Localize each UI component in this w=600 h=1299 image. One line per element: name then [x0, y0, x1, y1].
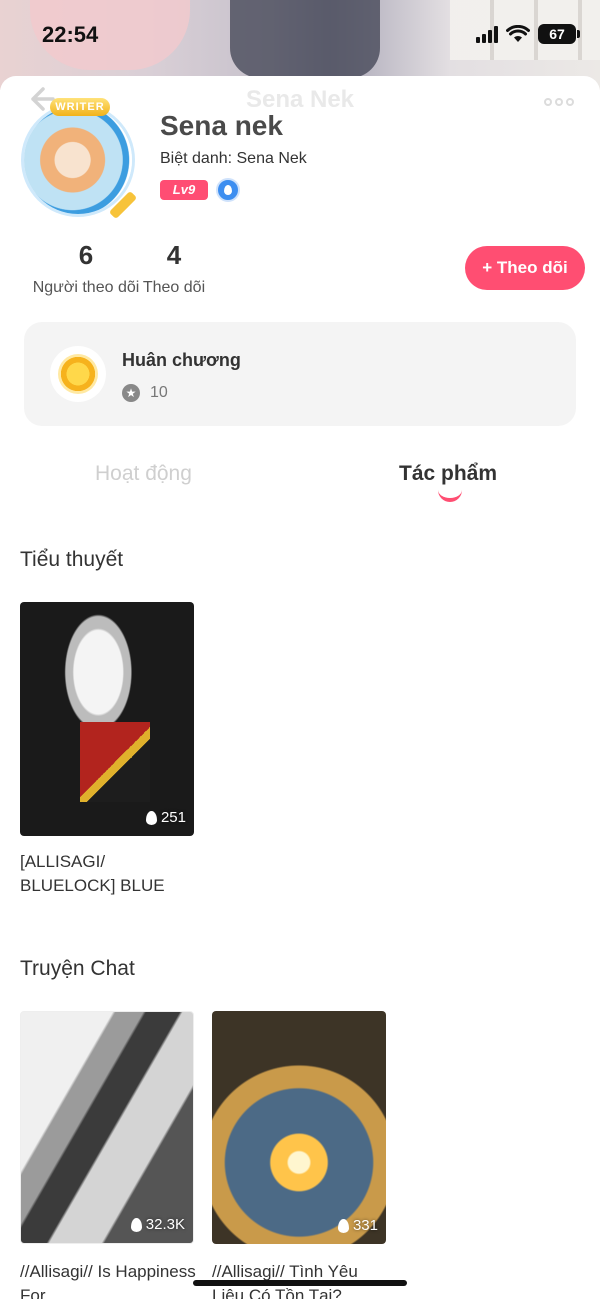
water-drop-icon[interactable] — [216, 178, 240, 202]
tab-works[interactable]: Tác phẩm — [399, 462, 497, 486]
follow-button[interactable]: + Theo dõi — [465, 246, 585, 290]
level-badge: Lv9 — [160, 180, 208, 200]
medals-card[interactable]: Huân chương ★ 10 — [24, 322, 576, 426]
chat-story-cover[interactable]: 32.3K — [20, 1011, 194, 1244]
medals-title: Huân chương — [122, 350, 241, 370]
chat-story-title[interactable]: //Allisagi// Is Happiness For — [20, 1260, 196, 1299]
battery-icon: 67 — [538, 24, 580, 44]
section-title-chats: Truyện Chat — [20, 957, 135, 980]
medals-count: 10 — [150, 384, 168, 401]
following-count: 4 — [166, 240, 182, 270]
writer-badge: WRITER — [50, 98, 110, 116]
profile-badges: Lv9 — [160, 178, 240, 202]
chat-story-cover[interactable]: 331 — [212, 1011, 386, 1244]
novel-cover[interactable]: 251 — [20, 602, 194, 836]
status-time: 22:54 — [42, 22, 99, 47]
more-dot-icon — [555, 98, 563, 106]
more-dot-icon — [544, 98, 552, 106]
view-count: 331 — [337, 1217, 378, 1234]
view-count: 32.3K — [130, 1216, 185, 1233]
star-icon: ★ — [122, 384, 140, 402]
following-label: Theo dõi — [142, 279, 206, 296]
medals-count-row: ★ 10 — [122, 384, 168, 402]
followers-count: 6 — [78, 240, 94, 270]
more-options-button[interactable] — [544, 98, 574, 106]
status-bar: 22:54 67 — [0, 0, 600, 70]
tab-activity[interactable]: Hoạt động — [95, 462, 192, 486]
avatar-frame[interactable]: WRITER — [16, 96, 142, 220]
wifi-icon — [506, 25, 530, 42]
signal-icon — [476, 25, 498, 43]
home-indicator[interactable] — [193, 1280, 407, 1286]
followers-stat[interactable]: 6 Người theo dõi — [28, 240, 144, 297]
fire-icon — [337, 1218, 349, 1233]
avatar — [24, 106, 132, 214]
profile-name: Sena nek — [160, 110, 283, 141]
fire-icon — [130, 1217, 142, 1232]
more-dot-icon — [566, 98, 574, 106]
view-count: 251 — [145, 809, 186, 826]
fire-icon — [145, 810, 157, 825]
profile-nickname: Biệt danh: Sena Nek — [160, 150, 307, 167]
novel-title[interactable]: [ALLISAGI/ BLUELOCK] BLUE — [20, 850, 196, 898]
following-stat[interactable]: 4 Theo dõi — [140, 240, 208, 297]
status-icons: 67 — [476, 24, 580, 44]
followers-label: Người theo dõi — [32, 279, 140, 296]
section-title-novels: Tiểu thuyết — [20, 548, 124, 571]
medal-icon — [50, 346, 106, 402]
